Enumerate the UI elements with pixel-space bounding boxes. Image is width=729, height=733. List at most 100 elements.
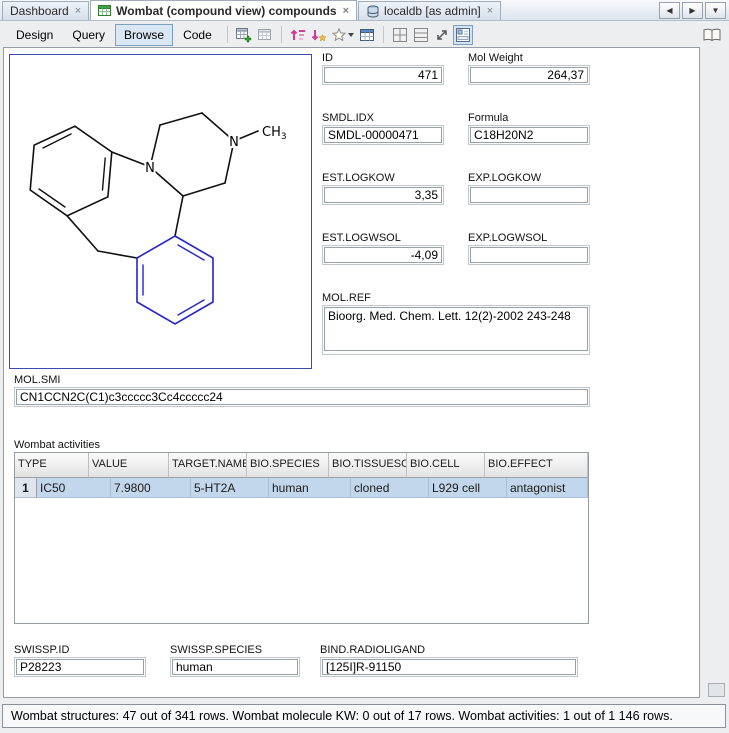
bind-radioligand-field <box>320 657 578 677</box>
rows-widget-icon[interactable] <box>411 25 431 45</box>
exp-logkow-field <box>468 185 590 205</box>
close-icon[interactable]: × <box>75 5 81 17</box>
tab-scroll-right-button[interactable]: ▶ <box>682 2 703 19</box>
column-header-bio-species[interactable]: BIO.SPECIES <box>247 453 329 478</box>
cell-target-name[interactable]: 5-HT2A <box>191 478 269 498</box>
field-label: EST.LOGWSOL <box>322 232 401 244</box>
field-label: SWISSP.ID <box>14 644 70 656</box>
column-header-bio-tissuesource[interactable]: BIO.TISSUESOU <box>329 453 407 478</box>
field-label: BIND.RADIOLIGAND <box>320 644 426 656</box>
cell-type[interactable]: IC50 <box>37 478 111 498</box>
column-header-type[interactable]: TYPE <box>15 453 89 478</box>
structure-viewer[interactable]: N N CH3 <box>9 54 312 369</box>
cell-bio-cell[interactable]: L929 cell <box>429 478 507 498</box>
column-header-bio-effect[interactable]: BIO.EFFECT <box>485 453 588 478</box>
swissp-id-input[interactable] <box>16 659 144 675</box>
tab-localdb[interactable]: localdb [as admin] × <box>358 1 502 20</box>
cell-value[interactable]: 7.9800 <box>111 478 191 498</box>
formula-input[interactable] <box>470 127 588 143</box>
field-label: MOL.SMI <box>14 374 61 386</box>
swissp-species-field <box>170 657 300 677</box>
toolbar-separator <box>382 26 384 43</box>
swissp-id-field <box>14 657 146 677</box>
form-view-panel: N N CH3 ID Mol Weight SMDL.IDX Formula E… <box>3 47 700 698</box>
column-header-bio-cell[interactable]: BIO.CELL <box>407 453 485 478</box>
tab-dashboard[interactable]: Dashboard × <box>2 1 90 20</box>
close-icon[interactable]: × <box>487 5 493 17</box>
tab-label: localdb [as admin] <box>384 4 481 18</box>
field-label: EXP.LOGKOW <box>468 172 542 184</box>
delete-row-icon[interactable] <box>255 25 275 45</box>
tab-scroll-left-button[interactable]: ◀ <box>659 2 680 19</box>
swissp-species-input[interactable] <box>172 659 298 675</box>
field-label: EXP.LOGWSOL <box>468 232 548 244</box>
status-bar: Wombat structures: 47 out of 341 rows. W… <box>2 704 726 728</box>
id-input[interactable] <box>324 67 442 83</box>
smdl-idx-input[interactable] <box>324 127 442 143</box>
tab-bar: Dashboard × Wombat (compound view) compo… <box>0 0 729 21</box>
code-mode-button[interactable]: Code <box>174 24 221 46</box>
field-label: SMDL.IDX <box>322 112 374 124</box>
field-label: SWISSP.SPECIES <box>170 644 263 656</box>
resize-widget-icon[interactable] <box>432 25 452 45</box>
insert-row-icon[interactable] <box>234 25 254 45</box>
column-header-value[interactable]: VALUE <box>89 453 169 478</box>
mol-weight-field <box>468 65 590 85</box>
smdl-idx-field <box>322 125 444 145</box>
est-logwsol-field <box>322 245 444 265</box>
query-mode-button[interactable]: Query <box>63 24 114 46</box>
row-number[interactable]: 1 <box>15 478 37 498</box>
bind-radioligand-input[interactable] <box>322 659 576 675</box>
field-label: MOL.REF <box>322 292 371 304</box>
mol-ref-field: Bioorg. Med. Chem. Lett. 12(2)-2002 243-… <box>322 305 590 355</box>
scroll-corner <box>708 683 725 697</box>
tab-list-dropdown-button[interactable]: ▼ <box>705 2 726 19</box>
nitrogen-atom-label: N <box>145 161 155 176</box>
cell-bio-species[interactable]: human <box>269 478 351 498</box>
cell-bio-effect[interactable]: antagonist <box>507 478 588 498</box>
status-text: Wombat structures: 47 out of 341 rows. W… <box>11 709 673 723</box>
column-header-target-name[interactable]: TARGET.NAME <box>169 453 247 478</box>
sort-icon[interactable] <box>288 25 308 45</box>
tab-wombat-compound-view[interactable]: Wombat (compound view) compounds × <box>90 0 358 20</box>
application-window: Dashboard × Wombat (compound view) compo… <box>0 0 729 733</box>
form-view-icon[interactable] <box>452 24 473 45</box>
formula-field <box>468 125 590 145</box>
field-label: EST.LOGKOW <box>322 172 395 184</box>
field-label: ID <box>322 52 333 64</box>
table-green-icon <box>98 4 112 17</box>
est-logwsol-input[interactable] <box>324 247 442 263</box>
table-view-icon[interactable] <box>357 25 377 45</box>
mol-ref-input[interactable]: Bioorg. Med. Chem. Lett. 12(2)-2002 243-… <box>324 307 588 351</box>
exp-logwsol-input[interactable] <box>470 247 588 263</box>
exp-logwsol-field <box>468 245 590 265</box>
field-label: Mol Weight <box>468 52 523 64</box>
favorites-dropdown-icon[interactable] <box>330 25 356 45</box>
molecule-structure: N N CH3 <box>29 112 289 325</box>
table-row[interactable]: 1 IC50 7.9800 5-HT2A human cloned L929 c… <box>15 478 588 498</box>
mol-smi-input[interactable] <box>16 389 588 405</box>
database-icon <box>366 5 380 18</box>
close-icon[interactable]: × <box>343 5 349 17</box>
tab-nav-controls: ◀ ▶ ▼ <box>659 2 726 19</box>
mol-smi-field <box>14 387 590 407</box>
browse-mode-button[interactable]: Browse <box>115 23 174 46</box>
exp-logkow-input[interactable] <box>470 187 588 203</box>
activities-header-row: … TYPE VALUE TARGET.NAME BIO.SPECIES BIO… <box>15 453 588 478</box>
toolbar: Design Query Browse Code <box>0 22 729 47</box>
cell-bio-tissuesource[interactable]: cloned <box>351 478 429 498</box>
est-logkow-input[interactable] <box>324 187 442 203</box>
activities-title: Wombat activities <box>14 439 100 451</box>
tab-label: Dashboard <box>10 4 69 18</box>
nitrogen-atom-label: N <box>229 135 239 150</box>
mol-weight-input[interactable] <box>470 67 588 83</box>
design-mode-button[interactable]: Design <box>7 24 62 46</box>
toolbar-separator <box>226 26 228 43</box>
book-icon[interactable] <box>702 25 722 45</box>
field-label: Formula <box>468 112 509 124</box>
activities-table: … TYPE VALUE TARGET.NAME BIO.SPECIES BIO… <box>14 452 589 624</box>
grid-widget-icon[interactable] <box>390 25 410 45</box>
methyl-group-label: CH3 <box>262 125 287 142</box>
tab-label: Wombat (compound view) compounds <box>116 3 337 18</box>
sort-custom-icon[interactable] <box>309 25 329 45</box>
